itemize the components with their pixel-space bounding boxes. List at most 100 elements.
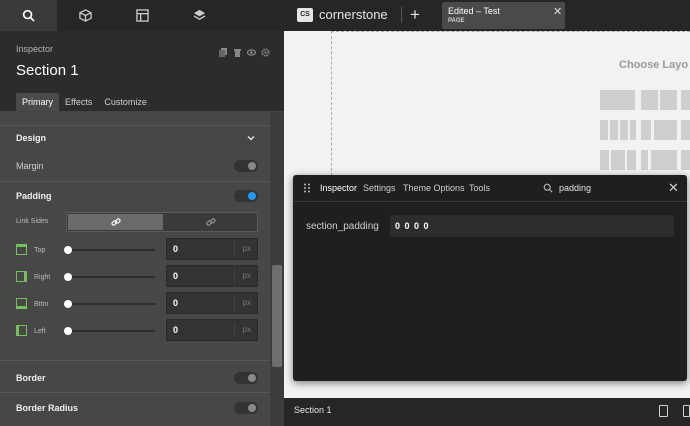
link-sides-off-button[interactable]	[164, 214, 257, 230]
layout-option[interactable]	[681, 150, 690, 170]
floating-tab-inspector[interactable]: Inspector	[320, 183, 357, 193]
padding-label: Padding	[16, 191, 52, 201]
tab-primary[interactable]: Primary	[16, 93, 59, 111]
padding-left-slider-track[interactable]	[67, 330, 155, 332]
layout-icon	[136, 9, 149, 22]
gear-icon[interactable]	[261, 44, 270, 57]
eye-icon[interactable]	[246, 44, 257, 56]
icon-tab-bar	[0, 0, 284, 31]
document-type: PAGE	[448, 18, 465, 24]
tab-customize[interactable]: Customize	[98, 93, 153, 111]
padding-bottom-slider-thumb[interactable]	[64, 300, 72, 308]
divider	[0, 181, 270, 182]
layout-option[interactable]	[627, 150, 636, 170]
property-value-field[interactable]: 0 0 0 0	[390, 215, 674, 237]
elements-tab[interactable]	[57, 0, 114, 31]
choose-layout-heading: Choose Layo	[619, 59, 689, 71]
floating-inspector-header: Inspector Settings Theme Options Tools ✕	[293, 175, 687, 202]
divider	[234, 242, 235, 256]
copy-icon[interactable]	[219, 44, 228, 57]
padding-bottom-value[interactable]: 0	[173, 298, 178, 308]
padding-left-unit[interactable]: px	[243, 325, 251, 334]
padding-toggle[interactable]	[234, 190, 258, 202]
inspector-actions	[219, 44, 270, 57]
layers-icon	[193, 9, 206, 20]
padding-right-label: Right	[34, 274, 51, 281]
mobile-view-icon[interactable]	[659, 405, 668, 417]
margin-label: Margin	[16, 161, 44, 171]
tab-effects[interactable]: Effects	[59, 93, 98, 111]
layout-option[interactable]	[681, 120, 690, 140]
padding-top-input[interactable]: 0 px	[166, 238, 258, 260]
inspector-label: Inspector	[16, 44, 54, 54]
padding-right-slider-thumb[interactable]	[64, 273, 72, 281]
toggle-knob	[248, 374, 256, 382]
padding-left-slider-thumb[interactable]	[64, 327, 72, 335]
padding-bottom-slider-track[interactable]	[67, 303, 155, 305]
tablet-view-icon[interactable]	[683, 405, 690, 417]
close-icon[interactable]: ✕	[668, 180, 679, 196]
divider	[0, 125, 270, 126]
padding-right-unit[interactable]: px	[243, 271, 251, 280]
padding-top-slider-thumb[interactable]	[64, 246, 72, 254]
link-sides-on-button[interactable]	[68, 214, 163, 230]
close-tab-icon[interactable]: ✕	[553, 5, 562, 18]
padding-top-icon	[16, 244, 27, 255]
document-tab[interactable]: Edited – Test PAGE ✕	[442, 2, 565, 29]
section-guide	[331, 31, 332, 181]
border-label: Border	[16, 373, 46, 383]
layout-option[interactable]	[611, 150, 625, 170]
padding-bottom-input[interactable]: 0 px	[166, 292, 258, 314]
padding-right-input[interactable]: 0 px	[166, 265, 258, 287]
layout-option[interactable]	[600, 150, 609, 170]
padding-left-value[interactable]: 0	[173, 325, 178, 335]
padding-bottom-unit[interactable]: px	[243, 298, 251, 307]
toggle-knob	[248, 404, 256, 412]
layout-option[interactable]	[681, 90, 690, 110]
padding-right-slider-track[interactable]	[67, 276, 155, 278]
padding-left-input[interactable]: 0 px	[166, 319, 258, 341]
padding-right-value[interactable]: 0	[173, 271, 178, 281]
layout-option[interactable]	[600, 90, 635, 110]
property-value[interactable]: 0 0 0 0	[395, 221, 430, 231]
layout-option[interactable]	[660, 90, 677, 110]
layers-tab[interactable]	[171, 0, 228, 31]
layout-option[interactable]	[610, 120, 618, 140]
design-heading[interactable]: Design	[16, 133, 46, 143]
delete-icon[interactable]	[233, 44, 242, 57]
cornerstone-logo: CS	[297, 8, 313, 22]
border-toggle[interactable]	[234, 372, 258, 384]
divider	[0, 360, 270, 361]
layout-option[interactable]	[620, 120, 628, 140]
margin-toggle[interactable]	[234, 160, 258, 172]
cube-icon	[79, 9, 92, 22]
unlink-icon	[205, 218, 216, 226]
search-input[interactable]	[559, 181, 659, 195]
breadcrumb[interactable]: Section 1	[294, 405, 332, 415]
padding-top-slider-track[interactable]	[67, 249, 155, 251]
section-title: Section 1	[16, 62, 79, 79]
floating-inspector: Inspector Settings Theme Options Tools ✕…	[293, 175, 687, 381]
layout-option[interactable]	[654, 120, 677, 140]
padding-top-unit[interactable]: px	[243, 244, 251, 253]
search-icon	[22, 9, 35, 22]
scrollbar-thumb[interactable]	[272, 265, 282, 367]
search-tab[interactable]	[0, 0, 57, 31]
padding-bottom-icon	[16, 298, 27, 309]
layout-option[interactable]	[600, 120, 608, 140]
layout-option[interactable]	[651, 150, 677, 170]
layout-option[interactable]	[641, 90, 658, 110]
layout-option[interactable]	[641, 150, 648, 170]
app-name: cornerstone	[319, 7, 388, 22]
border-radius-toggle[interactable]	[234, 402, 258, 414]
layout-tab[interactable]	[114, 0, 171, 31]
floating-tab-settings[interactable]: Settings	[363, 183, 396, 193]
padding-top-value[interactable]: 0	[173, 244, 178, 254]
drag-handle-icon[interactable]	[303, 183, 311, 193]
floating-tab-tools[interactable]: Tools	[469, 183, 490, 193]
chevron-down-icon[interactable]	[246, 133, 256, 143]
layout-option[interactable]	[641, 120, 651, 140]
add-document-button[interactable]: +	[410, 5, 420, 25]
floating-tab-theme-options[interactable]: Theme Options	[403, 183, 465, 193]
layout-option[interactable]	[630, 120, 636, 140]
